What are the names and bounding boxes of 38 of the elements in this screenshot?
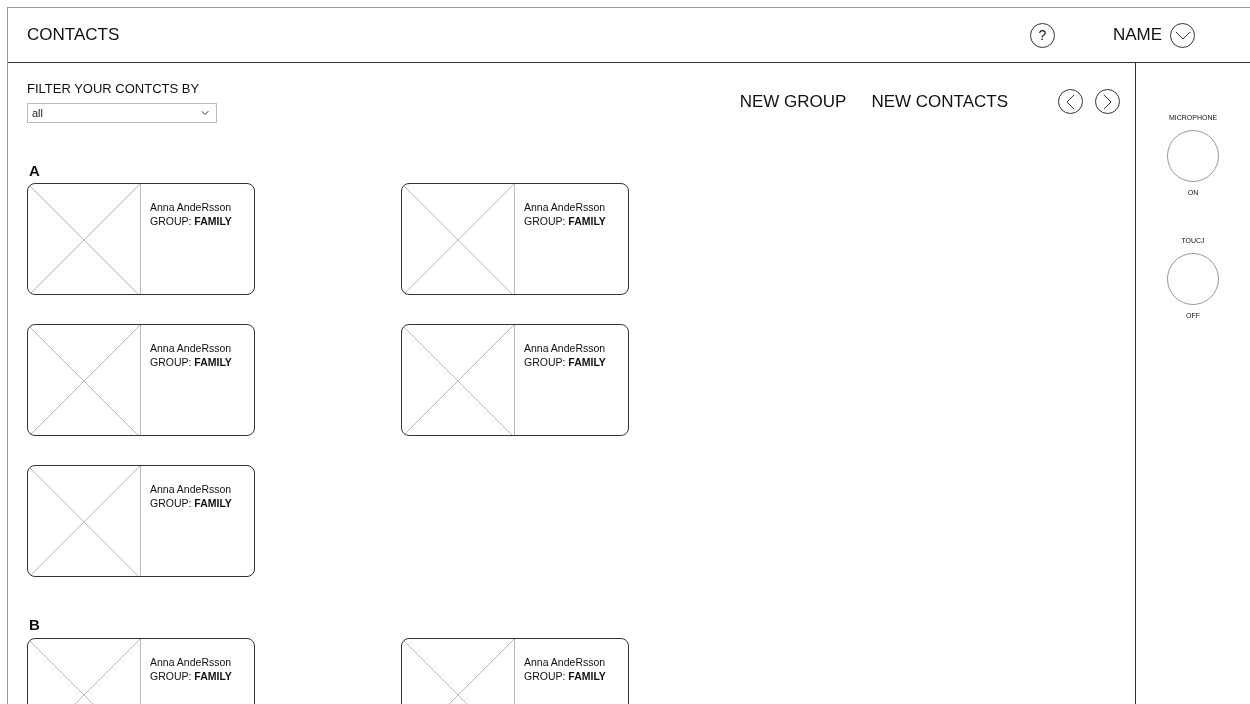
contact-name: Anna AndeRsson [150,482,232,497]
contact-name: Anna AndeRsson [150,200,232,215]
contact-name: Anna AndeRsson [524,654,606,669]
toggle-knob[interactable] [1167,252,1219,305]
contact-card[interactable]: Anna AndeRsson GROUP: FAMILY [401,183,629,295]
contact-name: Anna AndeRsson [150,654,232,669]
filter-select[interactable]: all [27,102,217,123]
chevron-left-icon [1066,93,1075,110]
contact-group: GROUP: FAMILY [524,668,606,683]
section-letter: B [29,617,41,634]
toggle-knob[interactable] [1167,129,1219,182]
contact-group: GROUP: FAMILY [524,214,606,229]
contact-name: Anna AndeRsson [150,341,232,356]
contact-card[interactable]: Anna AndeRsson GROUP: FAMILY [401,324,629,436]
contact-group: GROUP: FAMILY [524,355,606,370]
new-contact-link[interactable]: NEW CONTACTS [871,89,1008,115]
chevron-right-icon [1103,93,1112,110]
contact-group: GROUP: FAMILY [150,214,232,229]
user-name: NAME [1112,24,1162,47]
contact-card[interactable]: Anna AndeRsson GROUP: FAMILY [27,637,255,704]
dropdown-button[interactable] [1170,22,1195,48]
help-button[interactable]: ? [1029,22,1055,48]
new-group-link[interactable]: NEW GROUP [739,89,847,115]
contact-card[interactable]: Anna AndeRsson GROUP: FAMILY [27,183,255,295]
chevron-down-icon [1174,30,1191,40]
contact-name: Anna AndeRsson [524,200,606,215]
filter-label: FILTER YOUR CONTCTS BY [27,80,201,98]
next-button[interactable] [1095,89,1120,115]
contact-card[interactable]: Anna AndeRsson GROUP: FAMILY [27,465,255,577]
contact-name: Anna AndeRsson [524,341,606,356]
contact-group: GROUP: FAMILY [150,668,232,683]
section-letter: A [29,162,41,179]
contact-card[interactable]: Anna AndeRsson GROUP: FAMILY [401,637,629,704]
previous-button[interactable] [1058,89,1083,115]
page-title: CONTACTS [27,24,120,47]
contact-group: GROUP: FAMILY [150,496,232,511]
contact-card[interactable]: Anna AndeRsson GROUP: FAMILY [27,324,255,436]
contact-group: GROUP: FAMILY [150,355,232,370]
